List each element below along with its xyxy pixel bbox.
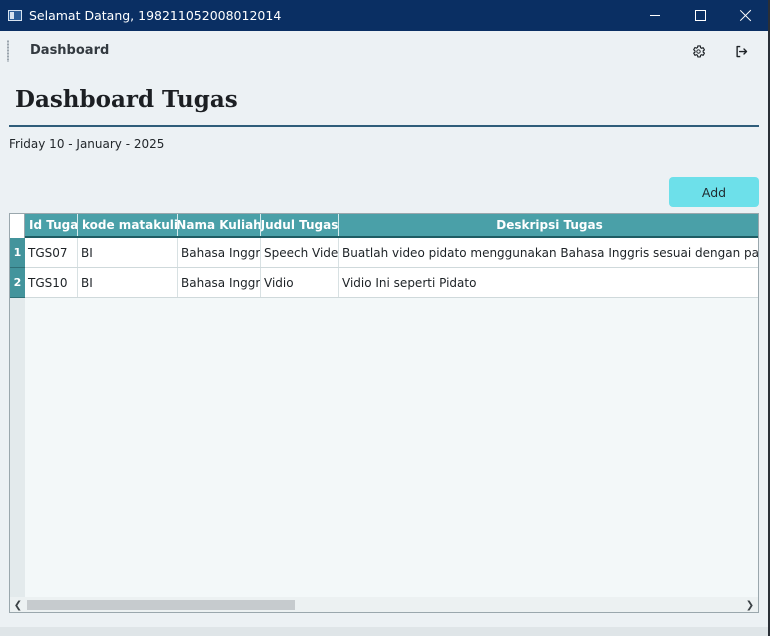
- toolbar-grip-icon[interactable]: [7, 40, 9, 62]
- cell-kode-matakuliah[interactable]: BI: [78, 238, 178, 267]
- column-header-deskripsi-tugas[interactable]: Deskripsi Tugas: [339, 214, 758, 236]
- cell-id-tugas[interactable]: TGS07: [25, 238, 78, 267]
- row-header[interactable]: 2: [10, 268, 25, 298]
- logout-icon: [735, 45, 747, 57]
- toolbar: Dashboard: [0, 31, 768, 71]
- nav-dashboard[interactable]: Dashboard: [30, 43, 109, 58]
- current-date: Friday 10 - January - 2025: [9, 137, 165, 151]
- row-header[interactable]: 1: [10, 238, 25, 268]
- maximize-button[interactable]: [677, 0, 723, 31]
- cell-nama-kuliah[interactable]: Bahasa Inggris: [178, 268, 261, 297]
- column-header-nama-kuliah[interactable]: Nama Kuliah: [178, 214, 261, 236]
- cell-id-tugas[interactable]: TGS10: [25, 268, 78, 297]
- cell-judul-tugas[interactable]: Vidio: [261, 268, 339, 297]
- cell-deskripsi-tugas[interactable]: Buatlah video pidato menggunakan Bahasa …: [339, 238, 758, 267]
- logout-button[interactable]: [731, 41, 751, 61]
- add-button[interactable]: Add: [669, 177, 759, 207]
- cell-judul-tugas[interactable]: Speech Video: [261, 238, 339, 267]
- app-window: Selamat Datang, 198211052008012014 Dashb…: [0, 0, 768, 636]
- column-header-id-tugas[interactable]: Id Tugas: [25, 214, 78, 236]
- title-bar[interactable]: Selamat Datang, 198211052008012014: [0, 0, 768, 31]
- window-bottom-edge: [0, 627, 768, 636]
- cell-kode-matakuliah[interactable]: BI: [78, 268, 178, 297]
- app-icon: [8, 10, 22, 21]
- table-row[interactable]: TGS10 BI Bahasa Inggris Vidio Vidio Ini …: [25, 268, 758, 298]
- table-row[interactable]: TGS07 BI Bahasa Inggris Speech Video Bua…: [25, 238, 758, 268]
- column-header-kode-matakuliah[interactable]: kode matakuliah: [78, 214, 178, 236]
- title-divider: [9, 125, 759, 127]
- column-header-judul-tugas[interactable]: Judul Tugas: [261, 214, 339, 236]
- scrollbar-thumb[interactable]: [27, 600, 295, 610]
- window-title: Selamat Datang, 198211052008012014: [29, 8, 282, 23]
- scroll-left-icon[interactable]: ❮: [10, 597, 26, 612]
- scroll-right-icon[interactable]: ❯: [742, 597, 758, 612]
- close-icon: [739, 9, 752, 22]
- gear-icon: [692, 44, 705, 57]
- settings-button[interactable]: [688, 41, 708, 61]
- close-button[interactable]: [722, 0, 768, 31]
- task-table[interactable]: Id Tugas kode matakuliah Nama Kuliah Jud…: [9, 213, 759, 613]
- cell-deskripsi-tugas[interactable]: Vidio Ini seperti Pidato: [339, 268, 758, 297]
- horizontal-scrollbar[interactable]: ❮ ❯: [10, 597, 758, 612]
- maximize-icon: [694, 10, 706, 21]
- page-title: Dashboard Tugas: [15, 86, 238, 113]
- cell-nama-kuliah[interactable]: Bahasa Inggris: [178, 238, 261, 267]
- minimize-button[interactable]: [632, 0, 678, 31]
- table-corner[interactable]: [10, 214, 25, 238]
- table-header-row: Id Tugas kode matakuliah Nama Kuliah Jud…: [25, 214, 758, 238]
- minimize-icon: [650, 15, 660, 16]
